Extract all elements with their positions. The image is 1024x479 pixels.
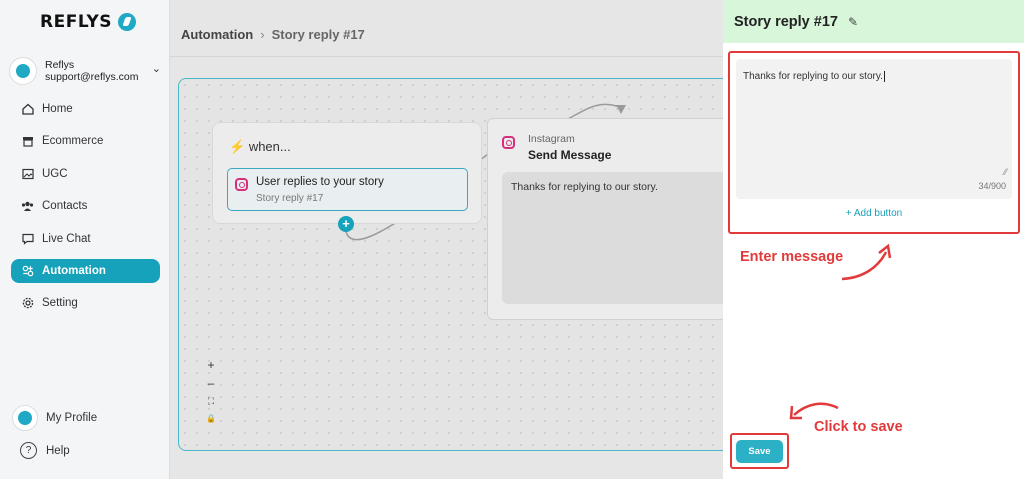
save-highlight: Save [730, 433, 789, 469]
annotation-click-to-save: Click to save [814, 419, 903, 435]
annotation-arrows [789, 243, 892, 420]
save-button[interactable]: Save [736, 440, 783, 463]
